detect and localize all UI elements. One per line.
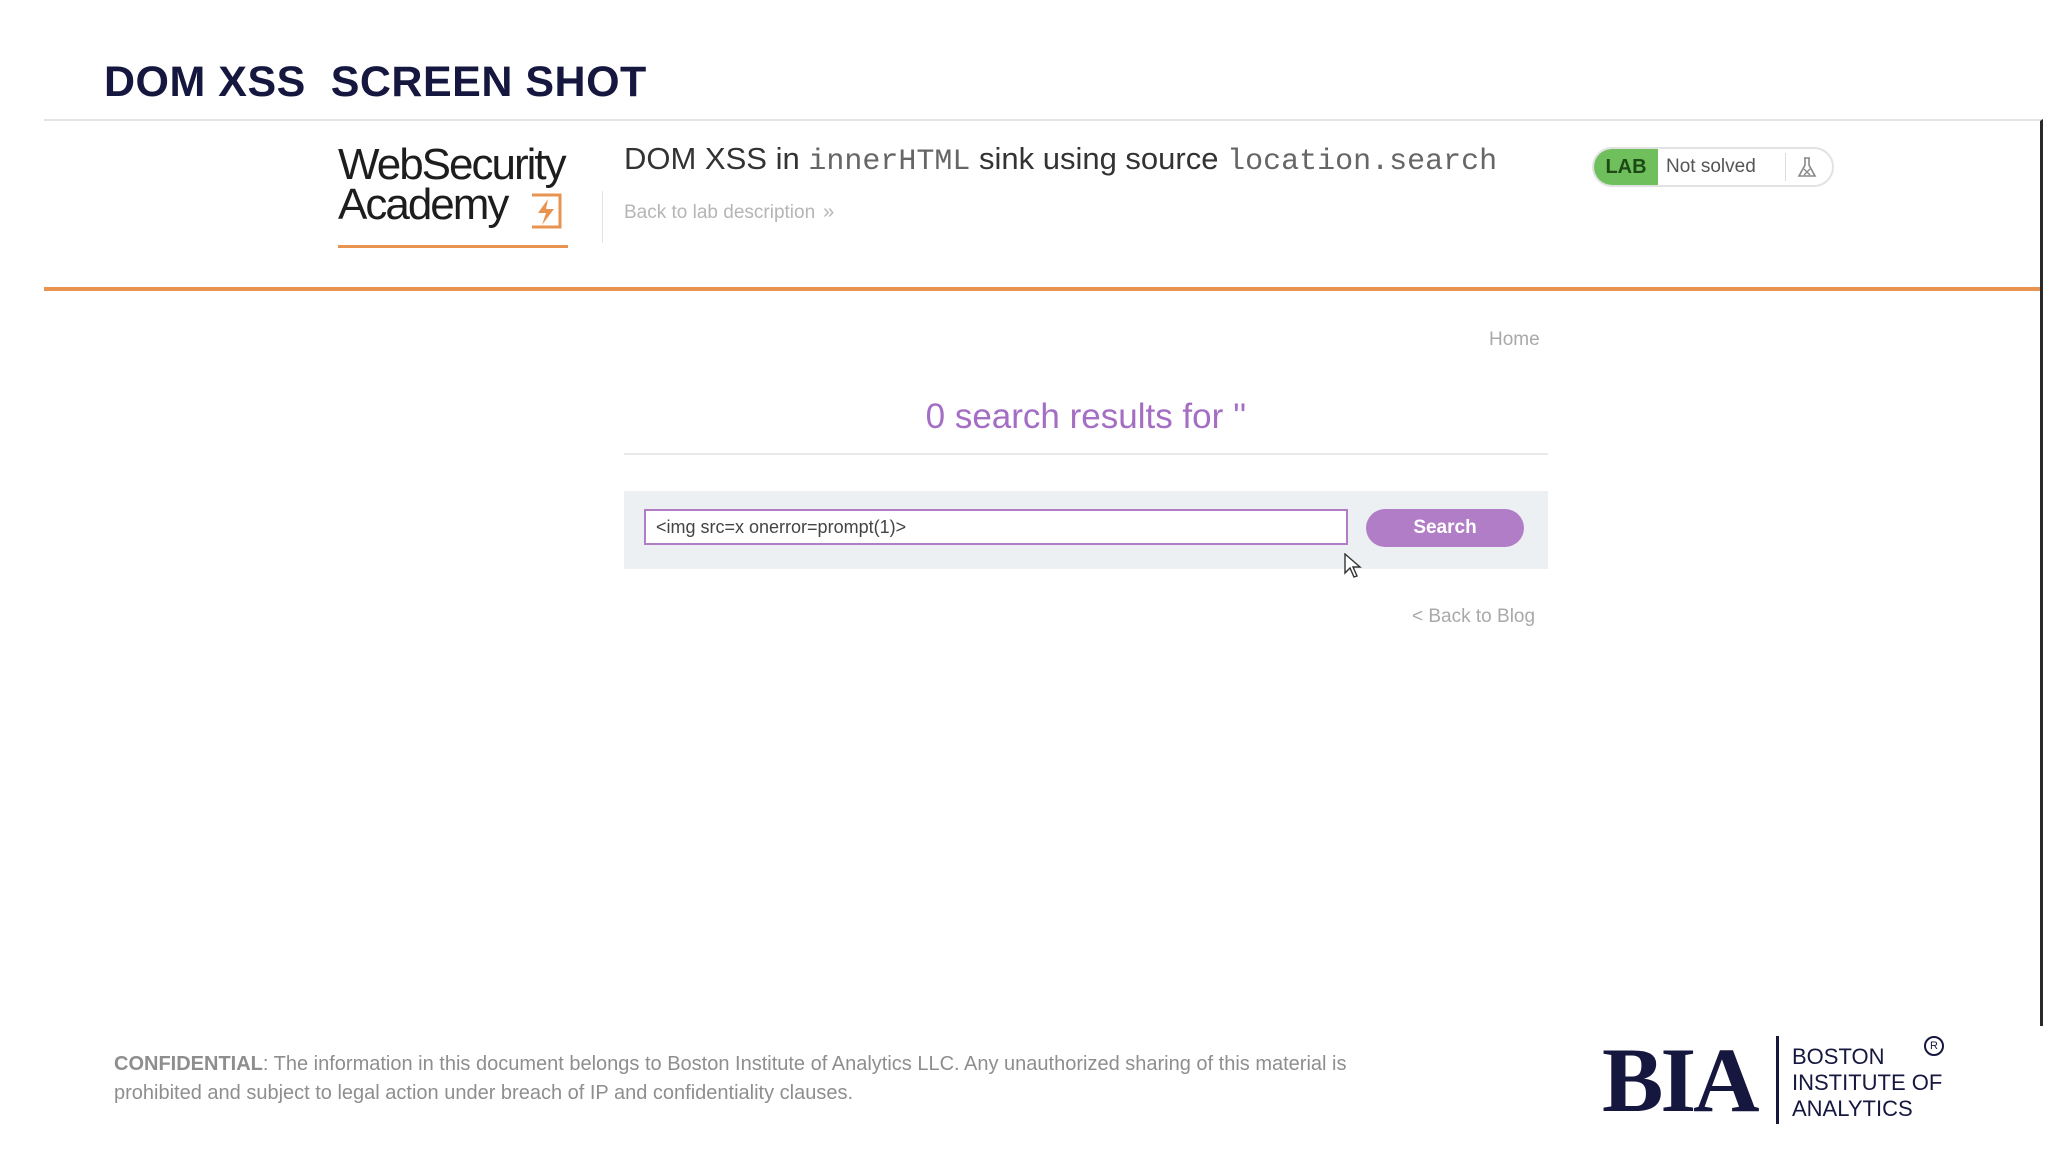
search-form: <img src=x onerror=prompt(1)> Search <box>624 491 1548 569</box>
bia-name-line1: BOSTON <box>1792 1044 1885 1069</box>
lab-header: WebSecurity Academy DOM XSS in innerHTML… <box>44 121 2040 289</box>
double-chevron-icon: » <box>823 201 835 223</box>
back-to-lab-description-label: Back to lab description <box>624 202 816 223</box>
bia-logo-divider <box>1776 1036 1779 1124</box>
bia-name-line2: INSTITUTE OF <box>1792 1070 1943 1095</box>
header-divider <box>602 191 603 243</box>
logo-underline <box>338 245 568 248</box>
lab-title-middle: sink using source <box>970 141 1228 176</box>
back-to-blog-link[interactable]: < Back to Blog <box>1412 606 1535 628</box>
search-button[interactable]: Search <box>1366 509 1524 547</box>
confidential-notice: CONFIDENTIAL: The information in this do… <box>114 1050 1364 1108</box>
header-accent-rule <box>44 287 2040 291</box>
back-to-lab-description-link[interactable]: Back to lab description » <box>624 201 834 224</box>
slide-title: DOM XSS SCREEN SHOT <box>104 58 647 106</box>
search-results-heading: 0 search results for '' <box>925 397 1247 436</box>
bia-logo-mark: BIA <box>1602 1029 1760 1131</box>
heading-divider <box>624 453 1548 455</box>
status-separator <box>1785 153 1786 181</box>
lab-badge: LAB <box>1594 149 1658 185</box>
lab-title-source: location.search <box>1227 145 1498 179</box>
bia-logo-name: BOSTON INSTITUTE OF ANALYTICS <box>1792 1044 1942 1122</box>
confidential-label: CONFIDENTIAL <box>114 1053 263 1075</box>
lightning-icon <box>532 193 562 229</box>
lab-title: DOM XSS in innerHTML sink using source l… <box>624 139 1497 182</box>
flask-icon <box>1797 157 1817 177</box>
lab-title-prefix: DOM XSS in <box>624 141 809 176</box>
logo-text-line2: Academy <box>338 180 509 229</box>
confidential-text: : The information in this document belon… <box>114 1053 1347 1104</box>
browser-screenshot: WebSecurity Academy DOM XSS in innerHTML… <box>44 119 2043 1026</box>
bia-name-line3: ANALYTICS <box>1792 1096 1913 1121</box>
search-input[interactable]: <img src=x onerror=prompt(1)> <box>644 509 1348 545</box>
registered-mark: R <box>1924 1036 1944 1056</box>
home-link[interactable]: Home <box>1489 329 1540 351</box>
lab-title-sink: innerHTML <box>808 145 971 179</box>
web-security-academy-logo[interactable]: WebSecurity Academy <box>338 141 598 251</box>
lab-status-text: Not solved <box>1666 156 1756 177</box>
lab-status-widget[interactable]: LAB Not solved <box>1592 147 1834 187</box>
mouse-cursor-icon <box>1344 553 1362 578</box>
